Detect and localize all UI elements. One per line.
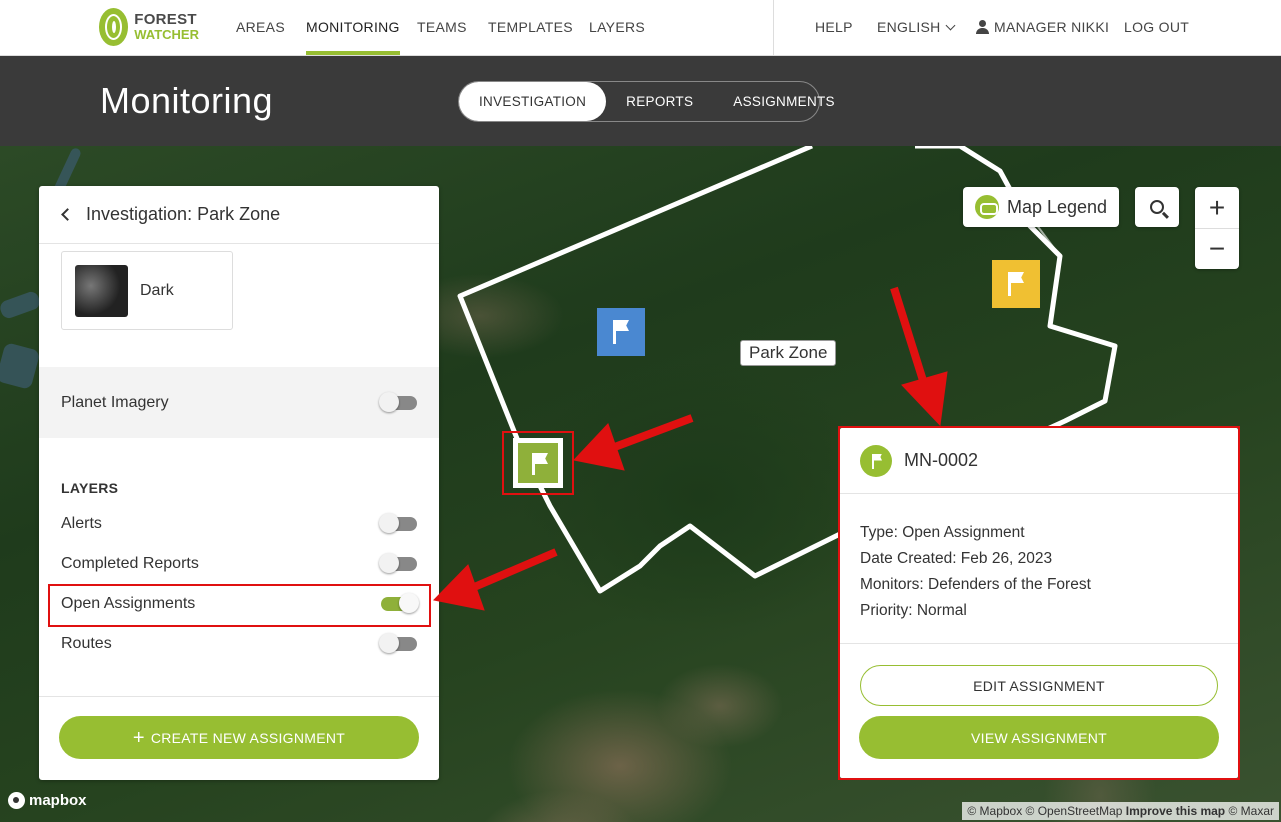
top-navigation: FOREST WATCHER AREAS MONITORING TEAMS TE… [0,0,1281,56]
monitoring-tabs: INVESTIGATION REPORTS ASSIGNMENTS [458,81,835,122]
search-icon [1150,200,1164,214]
forest-watcher-logo[interactable]: FOREST WATCHER [99,7,199,47]
create-assignment-label: CREATE NEW ASSIGNMENT [150,729,346,746]
planet-imagery-toggle[interactable] [379,391,417,412]
user-name: MANAGER NIKKI [994,19,1110,35]
create-new-assignment-button[interactable]: + CREATE NEW ASSIGNMENT [59,716,419,759]
nav-teams[interactable]: TEAMS [417,0,467,55]
panel-header[interactable]: Investigation: Park Zone [39,186,439,244]
improve-map-link[interactable]: Improve this map [1126,804,1225,818]
panel-title: Investigation: Park Zone [86,204,281,224]
layer-label: Completed Reports [61,555,199,572]
legend-icon [974,195,999,219]
page-title: Monitoring [100,80,274,121]
completed-reports-toggle[interactable] [379,553,417,573]
tab-investigation[interactable]: INVESTIGATION [459,82,607,121]
highlight-box-open-assignments [48,584,431,627]
plus-icon: + [132,726,145,749]
map-marker-yellow-flag[interactable] [992,260,1040,308]
highlight-box-popup [838,426,1240,780]
map-marker-blue-flag[interactable] [597,308,645,356]
planet-imagery-row: Planet Imagery [39,367,439,438]
layer-row-completed-reports: Completed Reports [39,544,439,584]
nav-areas[interactable]: AREAS [236,0,285,55]
layer-row-routes: Routes [39,624,439,664]
layer-label: Routes [61,635,112,652]
tab-reports[interactable]: REPORTS [606,82,713,121]
nav-layers[interactable]: LAYERS [589,0,645,55]
chevron-down-icon [945,20,956,31]
planet-imagery-label: Planet Imagery [61,393,169,411]
logo-text-forest: FOREST [134,11,197,28]
park-zone-label: Park Zone [740,340,837,366]
map-search-button[interactable] [1135,187,1179,227]
highlight-box-marker [502,431,574,495]
layer-row-alerts: Alerts [39,504,439,544]
zoom-in-button[interactable]: + [1195,187,1239,228]
page-header: Monitoring INVESTIGATION REPORTS ASSIGNM… [0,56,1281,146]
mapbox-label: mapbox [29,792,87,809]
map-legend-label: Map Legend [1006,196,1108,217]
tab-assignments[interactable]: ASSIGNMENTS [713,82,855,121]
layers-heading: LAYERS [61,480,119,496]
panel-divider [39,696,439,697]
investigation-panel: Investigation: Park Zone Dark Planet Ima… [39,186,439,780]
mapbox-logo[interactable]: mapbox [8,792,87,809]
tree-rings-icon [99,8,129,46]
nav-help[interactable]: HELP [815,0,853,55]
nav-logout[interactable]: LOG OUT [1124,0,1189,55]
mapbox-icon [8,792,25,809]
layer-label: Alerts [61,515,102,532]
flag-icon [1010,272,1024,283]
map-legend-button[interactable]: Map Legend [963,187,1119,227]
user-menu[interactable]: MANAGER NIKKI [976,0,1109,55]
alerts-toggle[interactable] [379,513,417,533]
chevron-left-icon[interactable] [61,208,74,221]
language-selector[interactable]: ENGLISH [877,0,956,55]
basemap-label: Dark [140,281,174,299]
nav-divider [773,0,774,55]
maxar-link[interactable]: © Maxar [1228,804,1274,818]
logo-text-watcher: WATCHER [134,27,199,42]
map-attribution: © Mapbox © OpenStreetMap Improve this ma… [962,802,1279,820]
zoom-out-button[interactable]: − [1195,228,1239,269]
attribution-text[interactable]: © Mapbox © OpenStreetMap [967,804,1122,818]
language-label: ENGLISH [877,19,941,35]
routes-toggle[interactable] [379,633,417,653]
nav-monitoring[interactable]: MONITORING [306,0,400,55]
basemap-option-dark[interactable]: Dark [61,251,233,330]
user-icon [976,20,989,34]
flag-icon [615,320,629,331]
nav-templates[interactable]: TEMPLATES [488,0,573,55]
basemap-thumbnail [75,264,128,317]
zoom-controls: + − [1195,187,1239,269]
